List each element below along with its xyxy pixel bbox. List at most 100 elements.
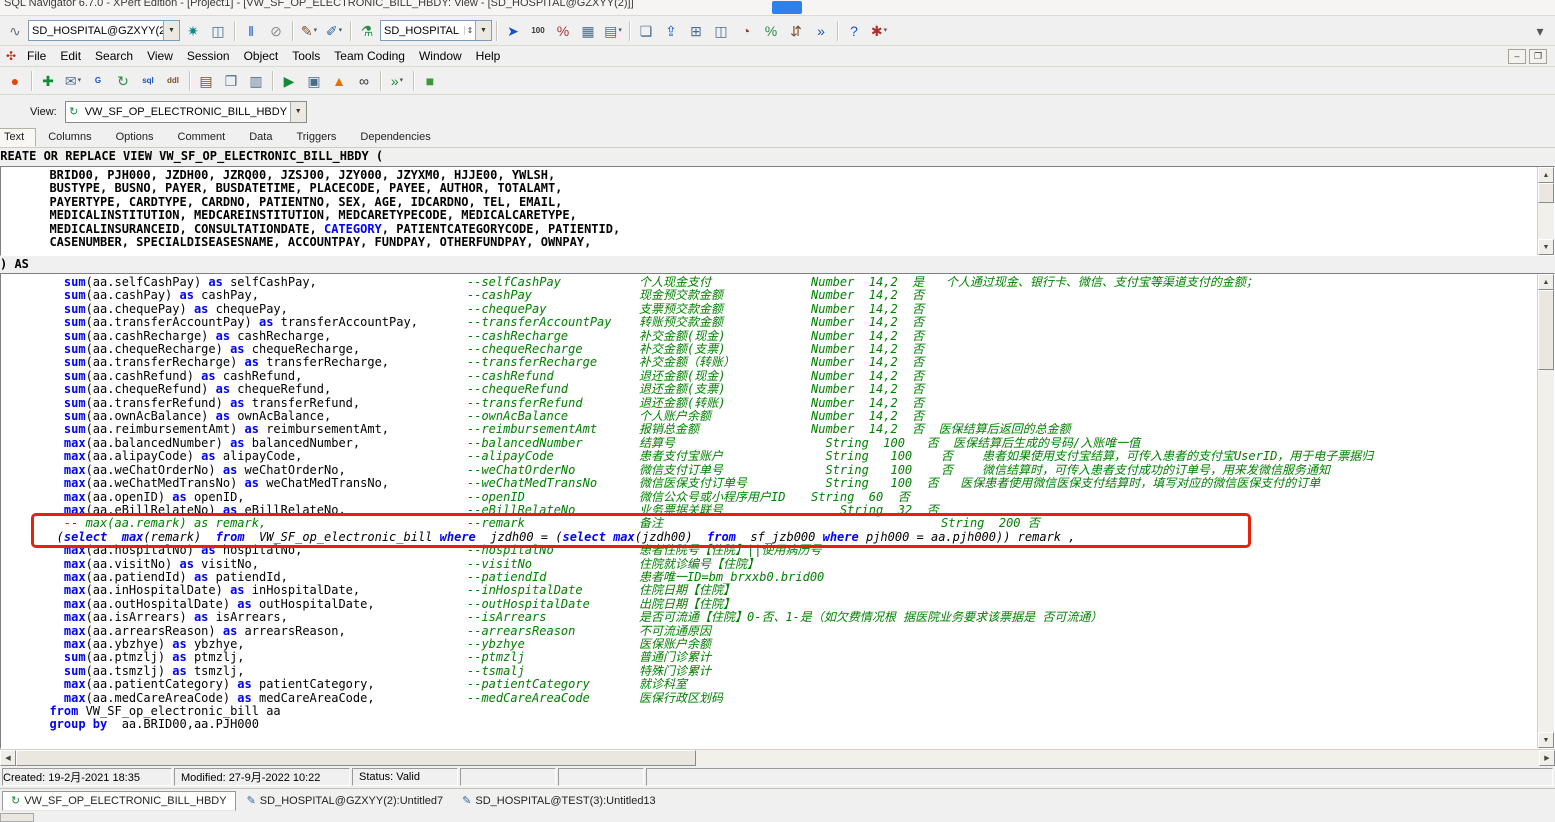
body-vertical-scrollbar[interactable]: ▲ ▼ bbox=[1537, 274, 1554, 748]
bottom-tab-1[interactable]: ↻ VW_SF_OP_ELECTRONIC_BILL_HBDY bbox=[2, 790, 236, 811]
compare-icon[interactable]: ⇵ bbox=[784, 19, 808, 42]
dropdown-arrow-icon[interactable]: ▼ bbox=[475, 21, 491, 40]
schema-flask-icon[interactable]: ⚗ bbox=[355, 19, 379, 42]
menu-file[interactable]: File bbox=[20, 47, 53, 65]
dropdown-arrow-icon[interactable]: ▾ bbox=[78, 77, 82, 84]
menu-object[interactable]: Object bbox=[237, 47, 286, 65]
profiler-icon[interactable]: ◔ bbox=[734, 19, 758, 42]
describe-icon[interactable]: ✎ ▾ bbox=[297, 19, 321, 42]
dropdown-arrow-icon[interactable]: ▼ bbox=[163, 21, 179, 40]
scroll-track[interactable] bbox=[696, 750, 1539, 766]
scroll-thumb[interactable] bbox=[16, 750, 696, 766]
bottom-tab-2[interactable]: ✎ SD_HOSPITAL@GZXYY(2):Untitled7 bbox=[239, 791, 452, 811]
menu-team-coding[interactable]: Team Coding bbox=[327, 47, 412, 65]
grid-icon[interactable]: ▦ bbox=[576, 19, 600, 42]
header-vertical-scrollbar[interactable]: ▲ ▼ bbox=[1537, 167, 1554, 255]
fast-forward-icon[interactable]: » bbox=[809, 19, 833, 42]
pause-icon[interactable]: ‖ bbox=[239, 19, 263, 42]
spin-buttons-icon[interactable]: ⇕ bbox=[464, 26, 475, 35]
library-icon[interactable]: ▤ bbox=[194, 69, 218, 92]
sql-editor-icon[interactable]: sql bbox=[136, 69, 160, 92]
sessions-icon[interactable]: ◫ bbox=[206, 19, 230, 42]
options-icon[interactable]: ✱ ▾ bbox=[867, 19, 891, 42]
menu-edit[interactable]: Edit bbox=[53, 47, 88, 65]
green-square-icon[interactable]: ■ bbox=[418, 69, 442, 92]
ddl-icon[interactable]: ddl bbox=[161, 69, 185, 92]
publish-icon[interactable]: ⇪ bbox=[659, 19, 683, 42]
tab-dependencies[interactable]: Dependencies bbox=[348, 128, 442, 147]
schema-select[interactable]: SD_HOSPITAL ⇕ ▼ bbox=[380, 20, 492, 41]
scroll-down-icon[interactable]: ▼ bbox=[1538, 732, 1554, 748]
restore-button[interactable]: ❐ bbox=[1529, 48, 1547, 64]
tab-data[interactable]: Data bbox=[237, 128, 284, 147]
scroll-left-icon[interactable]: ◀ bbox=[0, 750, 16, 766]
refresh-icon[interactable]: ↻ bbox=[111, 69, 135, 92]
tab-text[interactable]: Text bbox=[0, 128, 37, 147]
sql-body-editor[interactable]: sum(aa.selfCashPay) as selfCashPay, --sel… bbox=[1, 274, 1537, 748]
bottom-tab-3[interactable]: ✎ SD_HOSPITAL@TEST(3):Untitled13 bbox=[454, 791, 664, 811]
dropdown-arrow-icon[interactable]: ▾ bbox=[400, 77, 404, 84]
menu-help[interactable]: Help bbox=[469, 47, 508, 65]
comment-desc: 不可流通原因 bbox=[639, 623, 712, 638]
minimize-button[interactable]: – bbox=[1508, 48, 1526, 64]
describe-icon-glyph: ✎ bbox=[300, 22, 313, 39]
scroll-up-icon[interactable]: ▲ bbox=[1538, 274, 1554, 290]
scroll-right-icon[interactable]: ▶ bbox=[1539, 750, 1555, 766]
code-line: -- max(aa.remark) as remark, --remark 备注 S… bbox=[35, 516, 1040, 531]
tile-windows-icon[interactable]: ◫ bbox=[709, 19, 733, 42]
help-icon[interactable]: ? bbox=[842, 19, 866, 42]
fetch-100-icon[interactable]: 100 bbox=[526, 19, 550, 42]
scroll-up-icon[interactable]: ▲ bbox=[1538, 167, 1554, 183]
comment-name: --balancedNumber bbox=[467, 435, 583, 450]
tab-triggers[interactable]: Triggers bbox=[284, 128, 348, 147]
scroll-track[interactable] bbox=[1538, 370, 1554, 732]
run-describe-icon[interactable]: ➤ bbox=[501, 19, 525, 42]
add-icon[interactable]: ✚ bbox=[36, 69, 60, 92]
copy-icon[interactable]: ❐ bbox=[219, 69, 243, 92]
tab-options[interactable]: Options bbox=[104, 128, 166, 147]
menu-session[interactable]: Session bbox=[180, 47, 237, 65]
find-icon[interactable]: ∞ bbox=[352, 69, 376, 92]
scroll-down-icon[interactable]: ▼ bbox=[1538, 239, 1554, 255]
goto-icon[interactable]: G bbox=[86, 69, 110, 92]
connect-icon[interactable]: ∿ bbox=[3, 19, 27, 42]
send-icon[interactable]: ✉ ▾ bbox=[61, 69, 85, 92]
scroll-thumb[interactable] bbox=[1538, 183, 1554, 203]
dropdown-arrow-icon[interactable]: ▾ bbox=[618, 27, 622, 34]
dropdown-arrow-icon[interactable]: ▾ bbox=[339, 27, 343, 34]
clipboard-icon[interactable]: ▥ bbox=[244, 69, 268, 92]
new-session-icon[interactable]: ✷ bbox=[181, 19, 205, 42]
toolbar-overflow-icon[interactable]: ▾ bbox=[1528, 19, 1552, 42]
dropdown-arrow-icon[interactable]: ▼ bbox=[289, 101, 306, 122]
run-icon[interactable]: ▶ bbox=[277, 69, 301, 92]
tab-comment[interactable]: Comment bbox=[166, 128, 238, 147]
recordset-icon[interactable]: ▤ ▾ bbox=[601, 19, 625, 42]
menu-tools[interactable]: Tools bbox=[285, 47, 327, 65]
comment-desc: 医保账户余额 bbox=[639, 636, 712, 651]
column-list-editor[interactable]: BRID00, PJH000, JZDH00, JZRQ00, JZSJ00, … bbox=[1, 167, 1537, 255]
scroll-thumb[interactable] bbox=[1538, 290, 1554, 370]
menu-view[interactable]: View bbox=[140, 47, 180, 65]
chevrons-icon[interactable]: » ▾ bbox=[385, 69, 409, 92]
analyze-percent-icon[interactable]: % bbox=[759, 19, 783, 42]
tab-columns[interactable]: Columns bbox=[36, 128, 103, 147]
connection-select[interactable]: SD_HOSPITAL@GZXYY(2) ▼ bbox=[28, 20, 180, 41]
bottom-tab-label: SD_HOSPITAL@TEST(3):Untitled13 bbox=[475, 794, 656, 807]
output-window-icon[interactable]: ▣ bbox=[302, 69, 326, 92]
menu-search[interactable]: Search bbox=[88, 47, 140, 65]
dropdown-arrow-icon[interactable]: ▾ bbox=[314, 27, 318, 34]
dropdown-arrow-icon[interactable]: ▾ bbox=[884, 27, 888, 34]
image-icon[interactable]: ❏ bbox=[634, 19, 658, 42]
menu-window[interactable]: Window bbox=[412, 47, 469, 65]
abort-icon[interactable]: ⊘ bbox=[264, 19, 288, 42]
flame-icon[interactable]: ▲ bbox=[327, 69, 351, 92]
view-select[interactable]: ↻ VW_SF_OP_ELECTRONIC_BILL_HBDY ▼ bbox=[64, 100, 307, 123]
code-template-icon[interactable]: ✐ ▾ bbox=[322, 19, 346, 42]
horizontal-scrollbar[interactable]: ◀ ▶ bbox=[0, 749, 1555, 766]
comment-name: --reimbursementAmt bbox=[467, 422, 598, 437]
fetch-percent-icon[interactable]: % bbox=[551, 19, 575, 42]
record-icon-glyph: ● bbox=[10, 72, 20, 89]
record-icon[interactable]: ● bbox=[3, 69, 27, 92]
new-window-icon[interactable]: ⊞ bbox=[684, 19, 708, 42]
scroll-track[interactable] bbox=[1538, 203, 1554, 239]
